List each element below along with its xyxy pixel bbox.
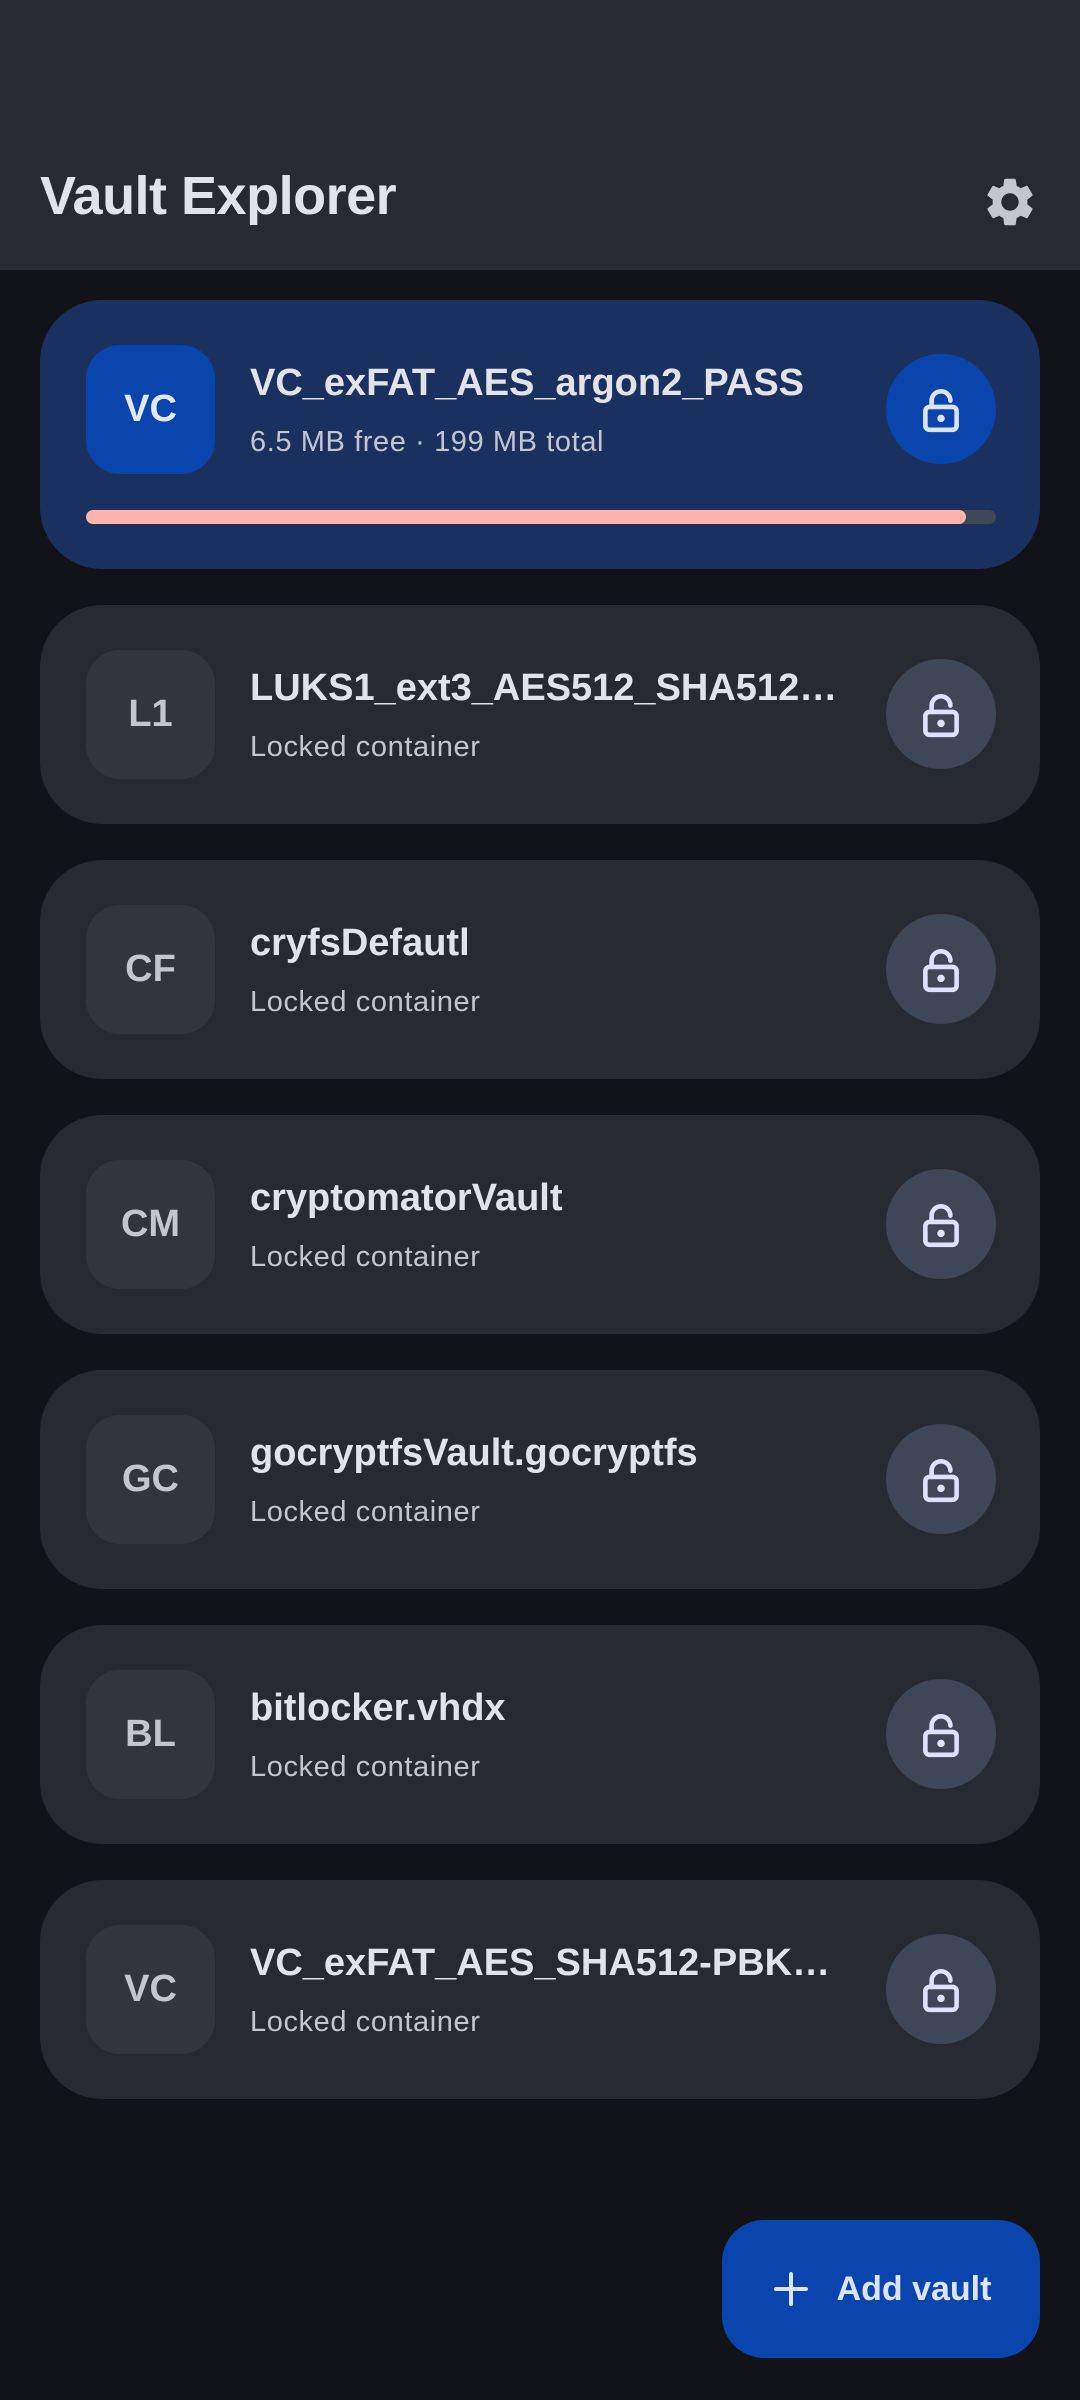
add-vault-label: Add vault	[836, 2269, 992, 2308]
vault-status: Locked container	[250, 986, 481, 1018]
vault-status: Locked container	[250, 2006, 481, 2038]
lock-icon	[923, 694, 959, 738]
vault-avatar: L1	[86, 650, 215, 779]
lock-icon	[923, 1969, 959, 2013]
vault-card[interactable]: VC VC_exFAT_AES_SHA512-PBKDF2 Locked con…	[40, 1880, 1040, 2099]
gear-icon	[987, 178, 1033, 226]
page-title: Vault Explorer	[40, 166, 397, 226]
vault-name: LUKS1_ext3_AES512_SHA512_PASS	[250, 667, 850, 709]
vault-name: cryptomatorVault	[250, 1177, 563, 1219]
vault-name: bitlocker.vhdx	[250, 1687, 506, 1729]
lock-button[interactable]	[886, 659, 996, 769]
lock-button[interactable]	[886, 1424, 996, 1534]
vault-status: 6.5 MB free · 199 MB total	[250, 426, 605, 458]
top-app-bar: Vault Explorer	[0, 0, 1080, 270]
vault-name: VC_exFAT_AES_argon2_PASS	[250, 362, 805, 404]
storage-usage-fill	[86, 510, 966, 524]
vault-card-active[interactable]: VC VC_exFAT_AES_argon2_PASS 6.5 MB free …	[40, 300, 1040, 569]
lock-icon	[923, 1459, 959, 1503]
vault-name: cryfsDefautl	[250, 922, 470, 964]
vault-avatar: CF	[86, 905, 215, 1034]
vault-avatar: CM	[86, 1160, 215, 1289]
vault-card[interactable]: CF cryfsDefautl Locked container	[40, 860, 1040, 1079]
vault-avatar: BL	[86, 1670, 215, 1799]
lock-icon	[923, 1204, 959, 1248]
vault-avatar: VC	[86, 1925, 215, 2054]
vault-name: gocryptfsVault.gocryptfs	[250, 1432, 698, 1474]
settings-button[interactable]	[975, 167, 1045, 237]
lock-button[interactable]	[886, 1934, 996, 2044]
vault-avatar: VC	[86, 345, 215, 474]
vault-card[interactable]: L1 LUKS1_ext3_AES512_SHA512_PASS Locked …	[40, 605, 1040, 824]
plus-icon	[773, 2272, 808, 2306]
vault-avatar: GC	[86, 1415, 215, 1544]
vault-card[interactable]: BL bitlocker.vhdx Locked container	[40, 1625, 1040, 1844]
vault-name: VC_exFAT_AES_SHA512-PBKDF2	[250, 1942, 850, 1984]
vault-card[interactable]: GC gocryptfsVault.gocryptfs Locked conta…	[40, 1370, 1040, 1589]
lock-icon	[923, 1714, 959, 1758]
lock-icon	[923, 389, 959, 433]
vault-status: Locked container	[250, 1496, 481, 1528]
add-vault-button[interactable]: Add vault	[722, 2220, 1040, 2358]
lock-button[interactable]	[886, 1679, 996, 1789]
lock-button[interactable]	[886, 1169, 996, 1279]
vault-status: Locked container	[250, 1241, 481, 1273]
vault-status: Locked container	[250, 731, 481, 763]
lock-button[interactable]	[886, 354, 996, 464]
vault-list: VC VC_exFAT_AES_argon2_PASS 6.5 MB free …	[40, 300, 1040, 2135]
vault-card[interactable]: CM cryptomatorVault Locked container	[40, 1115, 1040, 1334]
lock-icon	[923, 949, 959, 993]
vault-status: Locked container	[250, 1751, 481, 1783]
storage-usage-bar	[86, 510, 996, 524]
lock-button[interactable]	[886, 914, 996, 1024]
